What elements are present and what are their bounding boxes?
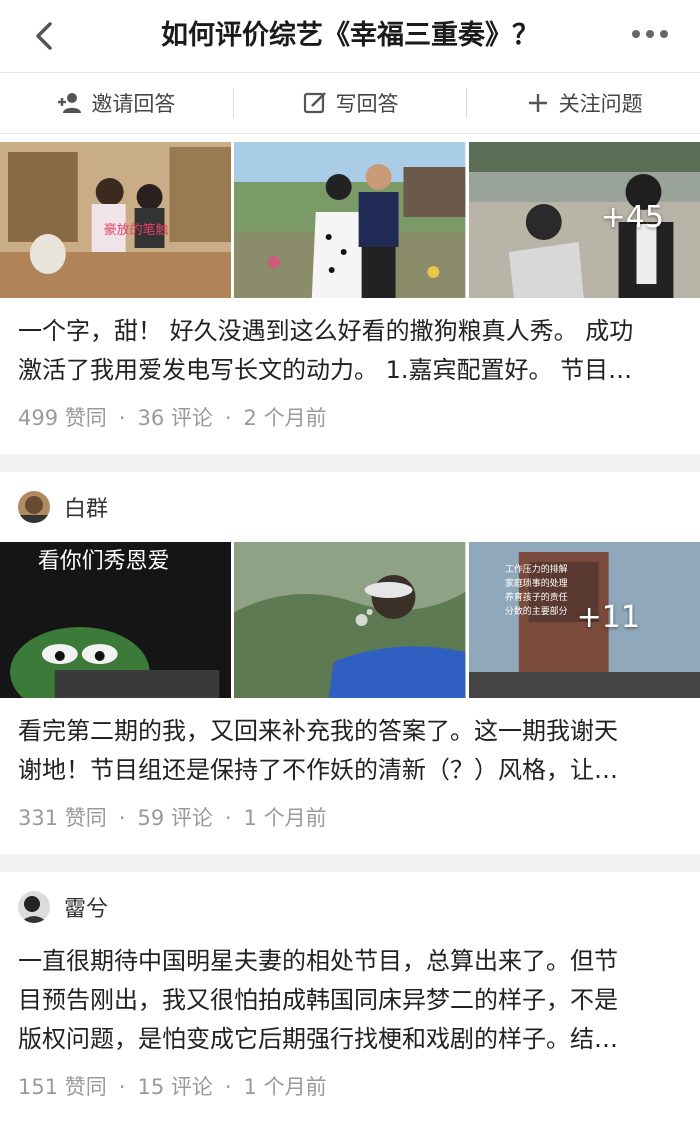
comment-count: 36 评论: [137, 406, 213, 430]
write-answer-button[interactable]: 写回答: [234, 73, 467, 133]
author-row[interactable]: 霤兮: [0, 872, 700, 942]
svg-text:工作压力的排解: 工作压力的排解: [505, 563, 568, 575]
comment-count: 59 评论: [137, 806, 213, 830]
like-count: 499 赞同: [18, 406, 107, 430]
author-row[interactable]: 白群: [0, 472, 700, 542]
avatar[interactable]: [18, 891, 50, 923]
separator-dot: ·: [118, 806, 126, 830]
edit-icon: [303, 92, 326, 114]
more-images-count: +11: [576, 600, 640, 635]
image-caption: 看你们秀恩爱: [38, 549, 170, 574]
answer-meta: 331 赞同 · 59 评论 · 1 个月前: [0, 790, 700, 854]
more-button[interactable]: [630, 24, 670, 44]
image-caption: 豪放的笔触: [104, 222, 169, 238]
post-time: 1 个月前: [243, 1075, 327, 1099]
answer-image[interactable]: 看你们秀恩爱: [0, 542, 232, 698]
separator-dot: ·: [224, 406, 232, 430]
top-bar: 如何评价综艺《幸福三重奏》？: [0, 0, 700, 72]
answer-meta: 499 赞同 · 36 评论 · 2 个月前: [0, 390, 700, 454]
answer-card[interactable]: 豪放的笔触 +45 一个字，甜！ 好久没遇到这么好看的撒狗粮真人秀。 成功 激活…: [0, 142, 700, 454]
avatar[interactable]: [18, 491, 50, 523]
answer-image[interactable]: [234, 142, 466, 298]
excerpt-line: 目预告刚出，我又很怕拍成韩国同床异梦二的样子，不是: [18, 986, 618, 1014]
excerpt-line: 激活了我用爱发电写长文的动力。 1.嘉宾配置好。 节目…: [18, 356, 633, 384]
separator-dot: ·: [118, 406, 126, 430]
section-divider: [0, 454, 700, 472]
answer-excerpt[interactable]: 看完第二期的我，又回来补充我的答案了。这一期我谢天 谢地！节目组还是保持了不作妖…: [0, 698, 700, 790]
more-dots-icon: [632, 30, 668, 38]
excerpt-line: 看完第二期的我，又回来补充我的答案了。这一期我谢天: [18, 717, 618, 745]
author-name[interactable]: 霤兮: [64, 891, 108, 923]
comment-count: 15 评论: [137, 1075, 213, 1099]
answer-image[interactable]: +45: [468, 142, 700, 298]
answer-excerpt[interactable]: 一直很期待中国明星夫妻的相处节目，总算出来了。但节 目预告刚出，我又很怕拍成韩国…: [0, 942, 700, 1059]
author-name[interactable]: 白群: [64, 491, 108, 523]
excerpt-line: 谢地！节目组还是保持了不作妖的清新（？）风格，让…: [18, 756, 618, 784]
post-time: 1 个月前: [243, 806, 327, 830]
answer-image[interactable]: [234, 542, 466, 698]
follow-question-label: 关注问题: [558, 92, 643, 116]
svg-text:养育孩子的责任: 养育孩子的责任: [505, 591, 568, 603]
excerpt-line: 一个字，甜！ 好久没遇到这么好看的撒狗粮真人秀。 成功: [18, 317, 634, 345]
write-answer-label: 写回答: [335, 92, 399, 116]
like-count: 151 赞同: [18, 1075, 107, 1099]
question-action-bar: 邀请回答 写回答 关注问题: [0, 72, 700, 134]
separator-dot: ·: [224, 806, 232, 830]
answer-excerpt[interactable]: 一个字，甜！ 好久没遇到这么好看的撒狗粮真人秀。 成功 激活了我用爱发电写长文的…: [0, 298, 700, 390]
answer-meta: 151 赞同 · 15 评论 · 1 个月前: [0, 1059, 700, 1123]
separator-dot: ·: [118, 1075, 126, 1099]
section-divider: [0, 854, 700, 872]
invite-answer-button[interactable]: 邀请回答: [0, 73, 233, 133]
excerpt-line: 版权问题，是怕变成它后期强行找梗和戏剧的样子。结…: [18, 1025, 618, 1053]
page-title: 如何评价综艺《幸福三重奏》？: [161, 20, 539, 51]
excerpt-line: 一直很期待中国明星夫妻的相处节目，总算出来了。但节: [18, 947, 618, 975]
plus-icon: [528, 94, 547, 112]
image-strip[interactable]: 豪放的笔触 +45: [0, 142, 700, 298]
invite-answer-label: 邀请回答: [91, 92, 176, 116]
svg-text:分数的主要部分: 分数的主要部分: [505, 605, 568, 617]
answer-image[interactable]: 工作压力的排解 家庭琐事的处理 养育孩子的责任 分数的主要部分 +11: [468, 542, 700, 698]
answer-image[interactable]: 豪放的笔触: [0, 142, 232, 298]
svg-text:家庭琐事的处理: 家庭琐事的处理: [505, 577, 568, 589]
like-count: 331 赞同: [18, 806, 107, 830]
more-images-count: +45: [600, 200, 664, 235]
answer-card[interactable]: 霤兮 一直很期待中国明星夫妻的相处节目，总算出来了。但节 目预告刚出，我又很怕拍…: [0, 872, 700, 1123]
invite-user-icon: [58, 93, 82, 113]
post-time: 2 个月前: [243, 406, 327, 430]
separator-dot: ·: [224, 1075, 232, 1099]
answer-card[interactable]: 白群 看你们秀恩爱 工作压力的排解 家庭琐事的处理 养育孩子的责任 分数的主要部…: [0, 472, 700, 854]
follow-question-button[interactable]: 关注问题: [467, 73, 700, 133]
image-strip[interactable]: 看你们秀恩爱 工作压力的排解 家庭琐事的处理 养育孩子的责任 分数的主要部分 +…: [0, 542, 700, 698]
